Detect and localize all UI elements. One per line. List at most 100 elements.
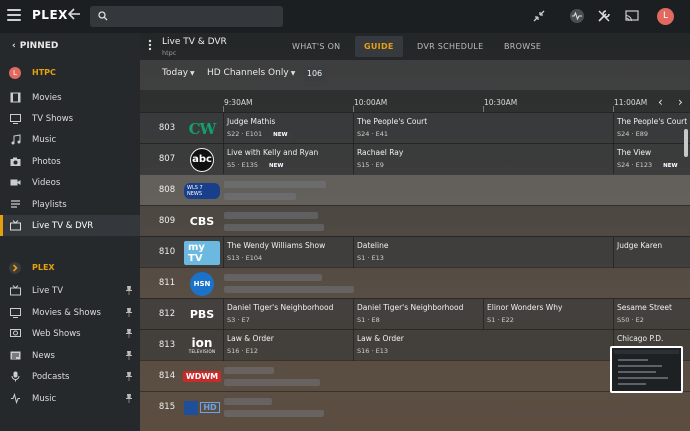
top-bar: PLEX L: [0, 0, 690, 33]
sidebar-item-videos[interactable]: Videos: [0, 172, 140, 193]
guide-row: 809 CBS: [140, 205, 690, 236]
channel-logo-abc[interactable]: abc: [184, 147, 220, 172]
user-avatar[interactable]: L: [657, 8, 674, 25]
sidebar-item-tv-shows[interactable]: TV Shows: [0, 108, 140, 129]
guide-timeline: 9:30AM 10:00AM 10:30AM 11:00AM ‹ ›: [140, 90, 690, 112]
time-label: 10:00AM: [354, 98, 388, 107]
pin-icon[interactable]: [126, 394, 132, 403]
channel-number: 807: [158, 154, 176, 164]
program-cell[interactable]: Sesame Street S50 · E2: [613, 299, 690, 330]
back-arrow-icon[interactable]: [67, 7, 82, 23]
main-content: Live TV & DVR htpc WHAT'S ON GUIDE DVR S…: [140, 33, 690, 431]
sidebar-item-podcasts[interactable]: Podcasts: [0, 366, 140, 387]
channel-logo-pbs[interactable]: PBS: [184, 302, 220, 327]
channel-logo-wdwm[interactable]: WDWM: [182, 364, 222, 389]
pin-icon[interactable]: [126, 372, 132, 381]
sidebar-item-photos[interactable]: Photos: [0, 151, 140, 172]
tab-browse[interactable]: BROWSE: [495, 36, 550, 57]
video-icon: [10, 179, 21, 186]
hamburger-menu-icon[interactable]: [7, 9, 21, 21]
thumbnail-bar: [614, 350, 679, 354]
new-badge: NEW: [660, 162, 681, 170]
plex-logo[interactable]: PLEX: [32, 8, 68, 22]
guide-row: 811 HSN: [140, 267, 690, 298]
search-icon: [98, 11, 108, 21]
sidebar-item-music[interactable]: Music: [0, 129, 140, 150]
server-plex[interactable]: PLEX: [0, 257, 140, 279]
program-cell[interactable]: The Wendy Williams Show S13 · E104: [223, 237, 353, 268]
sidebar: ‹ PINNED L HTPC Movies TV Shows Music Pho…: [0, 33, 140, 431]
settings-wrench-icon[interactable]: [596, 8, 612, 24]
channel-logo-cw[interactable]: CW: [184, 116, 220, 141]
channel-logo-hsn[interactable]: HSN: [184, 271, 220, 296]
sidebar-item-web-shows[interactable]: Web Shows: [0, 323, 140, 344]
program-cell[interactable]: Live with Kelly and Ryan S5 · E135 NEW: [223, 144, 353, 175]
thumbnail-line: [618, 359, 648, 361]
sidebar-item-playlists[interactable]: Playlists: [0, 194, 140, 215]
server-htpc[interactable]: L HTPC: [0, 62, 140, 84]
guide-filters: Today ▼ HD Channels Only ▼ 106: [140, 62, 690, 86]
new-badge: NEW: [270, 131, 291, 139]
channel-logo-mytv[interactable]: my TV: [184, 240, 220, 265]
time-label: 9:30AM: [224, 98, 253, 107]
pin-icon[interactable]: [126, 286, 132, 295]
program-cell[interactable]: Rachael Ray S15 · E9: [353, 144, 613, 175]
sidebar-item-movies-shows[interactable]: Movies & Shows: [0, 302, 140, 323]
microphone-icon: [11, 371, 20, 382]
pin-icon[interactable]: [126, 329, 132, 338]
sidebar-item-live-tv[interactable]: Live TV: [0, 280, 140, 301]
program-cell[interactable]: The People's Court S24 · E89: [613, 113, 690, 144]
channel-number: 811: [158, 278, 176, 288]
activity-icon[interactable]: [569, 8, 585, 24]
vertical-scrollbar[interactable]: [684, 129, 688, 157]
more-options-icon[interactable]: [148, 39, 152, 51]
music-note-icon: [11, 134, 21, 145]
channel-number: 813: [158, 340, 176, 350]
day-dropdown[interactable]: Today ▼: [162, 68, 195, 78]
search-input[interactable]: [90, 6, 283, 27]
guide-row: 803 CW Judge Mathis S22 · E101 NEW The Pe…: [140, 112, 690, 144]
chevron-left-icon[interactable]: ‹: [658, 95, 663, 109]
channel-logo-hd[interactable]: HD: [184, 395, 220, 420]
guide-row: 815 HD: [140, 391, 690, 422]
tab-whats-on[interactable]: WHAT'S ON: [283, 36, 349, 57]
live-tv-icon: [10, 220, 21, 231]
sidebar-item-movies[interactable]: Movies: [0, 87, 140, 108]
program-cell[interactable]: Judge Karen: [613, 237, 690, 268]
channel-filter-dropdown[interactable]: HD Channels Only ▼: [207, 68, 295, 78]
program-cell[interactable]: Daniel Tiger's Neighborhood S3 · E7: [223, 299, 353, 330]
chevron-right-icon[interactable]: ›: [678, 95, 683, 109]
guide-row: 813 ion TELEVISION Law & Order S16 · E12…: [140, 329, 690, 361]
program-cell[interactable]: Daniel Tiger's Neighborhood S1 · E8: [353, 299, 483, 330]
page-title: Live TV & DVR: [162, 37, 227, 47]
channel-logo-ion[interactable]: ion TELEVISION: [184, 333, 220, 358]
program-cell[interactable]: The View S24 · E123 NEW: [613, 144, 690, 175]
music-icon: [11, 393, 20, 404]
channel-logo-wls[interactable]: WLS 7 NEWS: [184, 178, 220, 203]
channel-logo-cbs[interactable]: CBS: [184, 209, 220, 234]
collapse-icon[interactable]: [531, 8, 547, 24]
thumbnail-line: [618, 365, 662, 367]
screenshot-thumbnail[interactable]: [610, 346, 683, 393]
program-cell[interactable]: Dateline S1 · E13: [353, 237, 613, 268]
cast-icon[interactable]: [624, 8, 640, 24]
program-cell[interactable]: Law & Order S16 · E12: [223, 330, 353, 361]
news-icon: [10, 351, 21, 360]
loading-placeholder: [224, 367, 274, 374]
program-cell[interactable]: Law & Order S16 · E13: [353, 330, 613, 361]
sidebar-item-live-tv-dvr[interactable]: Live TV & DVR: [0, 215, 140, 236]
pin-icon[interactable]: [126, 351, 132, 360]
film-icon: [10, 92, 21, 103]
pinned-toggle[interactable]: ‹ PINNED: [12, 41, 58, 51]
program-cell[interactable]: The People's Court S24 · E41: [353, 113, 613, 144]
program-cell[interactable]: Elinor Wonders Why S1 · E22: [483, 299, 613, 330]
tab-dvr-schedule[interactable]: DVR SCHEDULE: [408, 36, 492, 57]
program-cell[interactable]: Judge Mathis S22 · E101 NEW: [223, 113, 353, 144]
tab-guide[interactable]: GUIDE: [355, 36, 403, 57]
pin-icon[interactable]: [126, 308, 132, 317]
loading-placeholder: [224, 181, 326, 188]
page-subtitle: htpc: [162, 49, 177, 57]
new-badge: NEW: [265, 162, 287, 170]
sidebar-item-plex-music[interactable]: Music: [0, 388, 140, 409]
sidebar-item-news[interactable]: News: [0, 345, 140, 366]
